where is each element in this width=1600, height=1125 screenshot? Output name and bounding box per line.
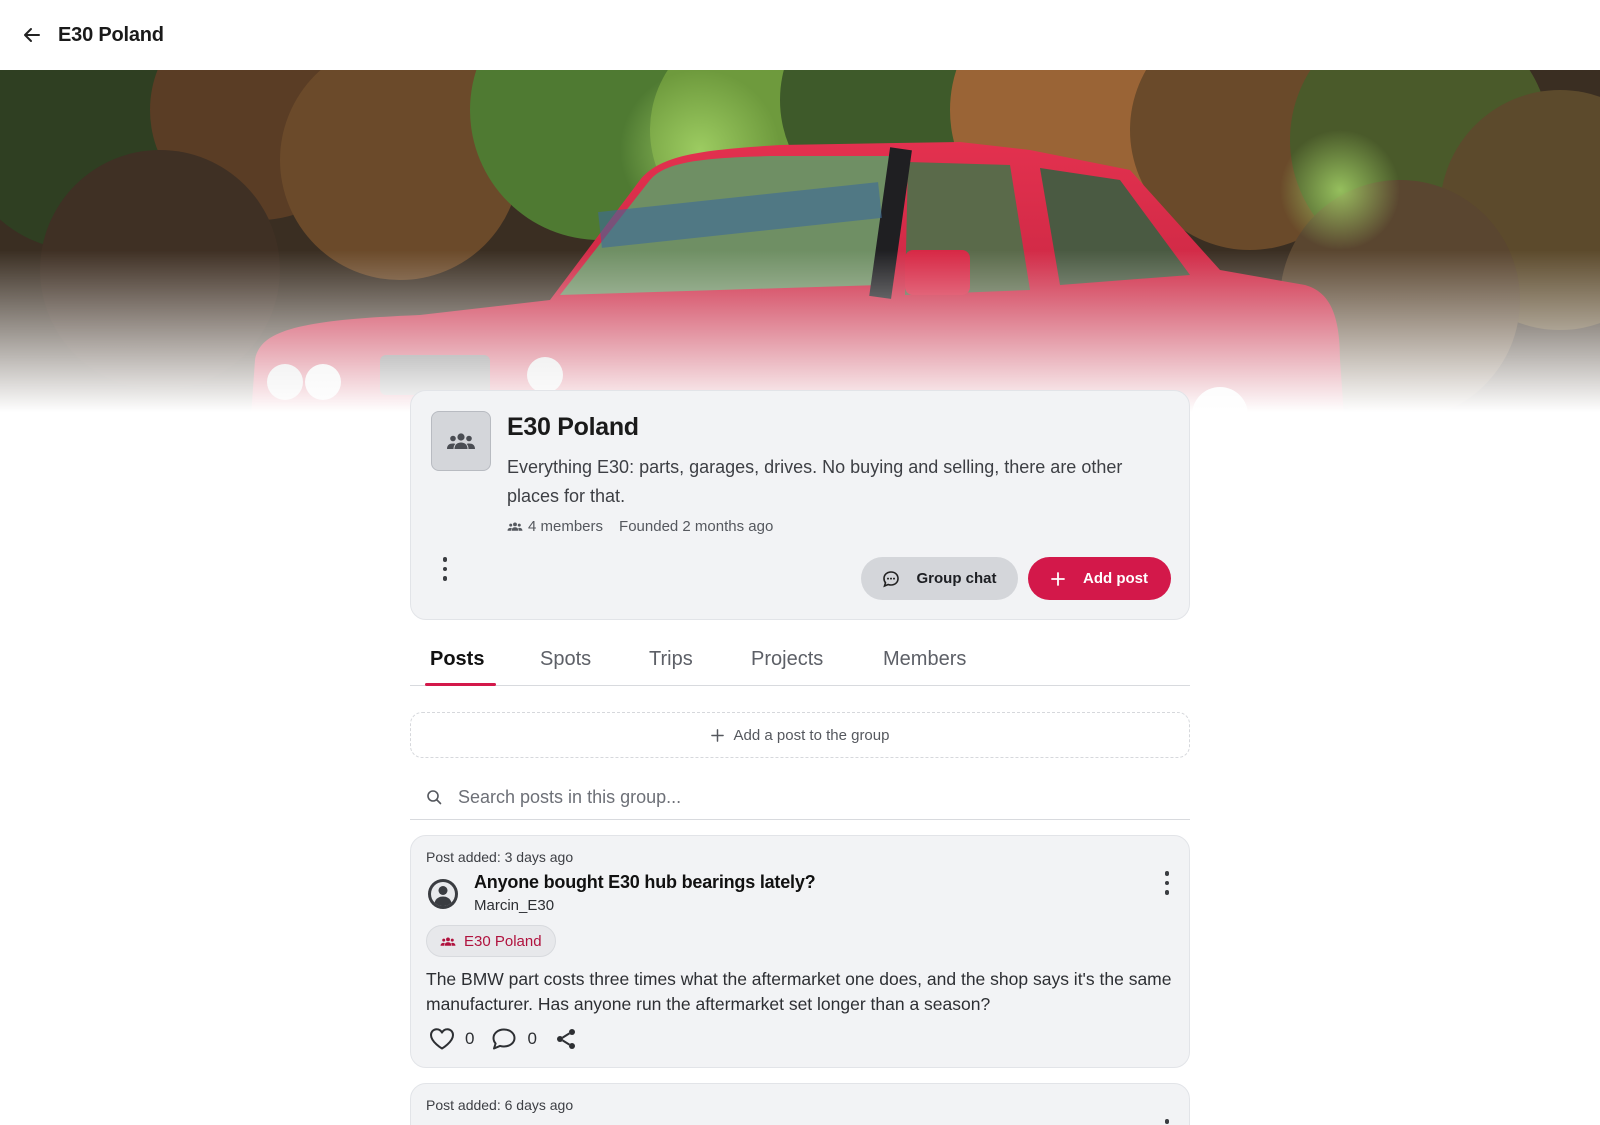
top-bar: E30 Poland — [0, 0, 1600, 70]
chat-bubble-icon — [883, 570, 900, 587]
heart-icon — [430, 1028, 454, 1050]
page-title: E30 Poland — [58, 23, 164, 46]
search-icon — [426, 788, 444, 806]
group-description: Everything E30: parts, garages, drives. … — [507, 457, 1123, 506]
more-vertical-icon — [442, 557, 448, 562]
search-bar — [410, 775, 1190, 820]
post-more-button[interactable] — [1157, 868, 1177, 898]
comment-icon — [492, 1028, 516, 1050]
group-info-card: E30 Poland Everything E30: parts, garage… — [410, 390, 1190, 620]
cover-image — [0, 70, 1600, 430]
post-author[interactable]: Marcin_E30 — [474, 897, 554, 914]
post-group-chip[interactable]: E30 Poland — [426, 925, 556, 957]
add-post-label: Add post — [1083, 570, 1148, 587]
like-count: 0 — [465, 1029, 475, 1048]
post-more-button[interactable] — [1157, 1116, 1177, 1125]
post-actions: 0 0 — [429, 1027, 578, 1051]
members-count: 4 members — [528, 518, 604, 535]
more-vertical-icon — [1164, 1119, 1170, 1124]
add-post-to-group-button[interactable]: Add a post to the group — [410, 712, 1190, 758]
back-button[interactable] — [20, 23, 44, 47]
group-icon — [447, 433, 475, 449]
share-button[interactable] — [554, 1027, 578, 1051]
post-card[interactable]: Post added: 6 days ago — [410, 1083, 1190, 1125]
arrow-left-icon — [24, 28, 40, 42]
more-vertical-icon — [1164, 871, 1170, 876]
user-avatar-icon[interactable] — [427, 878, 459, 910]
members-icon — [507, 522, 523, 531]
tab-posts[interactable]: Posts — [430, 648, 484, 671]
group-chat-button[interactable]: Group chat — [861, 557, 1018, 600]
group-icon — [440, 936, 456, 946]
tab-trips[interactable]: Trips — [649, 648, 693, 671]
comment-button[interactable]: 0 — [491, 1027, 537, 1051]
comment-count: 0 — [527, 1029, 537, 1048]
group-avatar — [431, 411, 491, 471]
post-title[interactable]: Anyone bought E30 hub bearings lately? — [474, 872, 816, 893]
post-group-label: E30 Poland — [464, 932, 542, 950]
post-timestamp: Post added: 3 days ago — [426, 849, 574, 865]
tab-projects[interactable]: Projects — [751, 648, 823, 671]
plus-icon — [710, 728, 724, 742]
post-body: The BMW part costs three times what the … — [426, 969, 1172, 1014]
tab-members[interactable]: Members — [883, 648, 966, 671]
group-chat-label: Group chat — [916, 570, 997, 587]
plus-icon — [1051, 571, 1065, 586]
add-post-to-group-label: Add a post to the group — [733, 726, 890, 744]
tab-spots[interactable]: Spots — [540, 648, 591, 671]
post-card[interactable]: Post added: 3 days ago Anyone bought E30… — [410, 835, 1190, 1068]
post-timestamp: Post added: 6 days ago — [426, 1097, 574, 1113]
search-input[interactable] — [458, 786, 1158, 808]
group-tabs: Posts Spots Trips Projects Members — [410, 640, 1190, 686]
group-more-button[interactable] — [435, 555, 455, 583]
like-button[interactable]: 0 — [429, 1027, 474, 1051]
group-meta: 4 members Founded 2 months ago — [507, 518, 773, 535]
active-tab-indicator — [425, 683, 496, 686]
share-icon — [556, 1029, 575, 1049]
founded-date: Founded 2 months ago — [619, 518, 774, 535]
group-name: E30 Poland — [507, 413, 639, 441]
add-post-button[interactable]: Add post — [1028, 557, 1171, 600]
